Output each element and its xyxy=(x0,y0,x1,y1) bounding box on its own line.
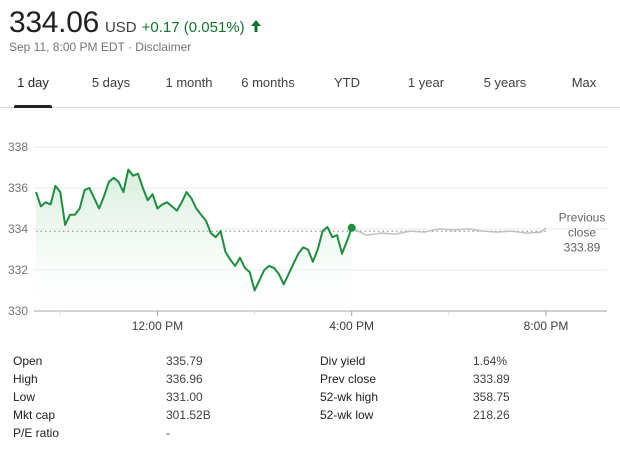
stat-value-52wk-low: 218.26 xyxy=(473,408,510,422)
stat-label-52wk-high: 52-wk high xyxy=(320,390,379,404)
stat-label-div-yield: Div yield xyxy=(320,354,366,368)
tab-ytd[interactable]: YTD xyxy=(328,62,366,107)
stat-label-open: Open xyxy=(13,354,43,368)
arrow-up-icon xyxy=(250,20,261,32)
stat-value-open: 335.79 xyxy=(166,354,203,368)
stat-row: High 336.96 xyxy=(13,370,293,388)
stat-row: 52-wk high 358.75 xyxy=(320,388,600,406)
stat-value-div-yield: 1.64% xyxy=(473,354,508,368)
y-tick-label: 330 xyxy=(8,304,28,318)
stat-label-pe-ratio: P/E ratio xyxy=(13,426,60,440)
stat-row: Mkt cap 301.52B xyxy=(13,406,293,424)
x-tick-label: 4:00 PM xyxy=(329,319,374,333)
previous-close-label-2: close xyxy=(568,225,596,239)
current-price-marker xyxy=(347,223,356,232)
y-tick-label: 334 xyxy=(8,222,28,236)
stat-label-mkt-cap: Mkt cap xyxy=(13,408,56,422)
regular-session-area xyxy=(36,169,352,311)
stat-row: Div yield 1.64% xyxy=(320,352,600,370)
y-tick-label: 336 xyxy=(8,181,28,195)
stat-value-pe-ratio: - xyxy=(166,426,170,440)
stat-value-low: 331.00 xyxy=(166,390,203,404)
x-axis: 12:00 PM 4:00 PM 8:00 PM xyxy=(59,311,569,333)
stat-label-high: High xyxy=(13,372,38,386)
stat-value-prev-close: 333.89 xyxy=(473,372,510,386)
previous-close-value: 333.89 xyxy=(564,240,601,254)
stat-row: Prev close 333.89 xyxy=(320,370,600,388)
tab-1-year[interactable]: 1 year xyxy=(402,62,450,107)
stat-value-high: 336.96 xyxy=(166,372,203,386)
tab-5-days[interactable]: 5 days xyxy=(86,62,136,107)
stat-label-low: Low xyxy=(13,390,36,404)
stat-label-prev-close: Prev close xyxy=(320,372,377,386)
previous-close-label: Previous xyxy=(559,210,606,224)
tab-5-years[interactable]: 5 years xyxy=(478,62,532,107)
x-tick-label: 12:00 PM xyxy=(132,319,183,333)
price-chart[interactable]: 338 336 334 332 330 12:00 PM 4:00 PM 8:00 PM P… xyxy=(0,125,620,340)
stock-price: 334.06 xyxy=(9,6,99,39)
stat-value-52wk-high: 358.75 xyxy=(473,390,510,404)
tab-6-months[interactable]: 6 months xyxy=(236,62,300,107)
range-tabs: 1 day 5 days 1 month 6 months YTD 1 year… xyxy=(0,62,620,108)
y-tick-label: 332 xyxy=(8,263,28,277)
x-tick-label: 8:00 PM xyxy=(524,319,569,333)
quote-timestamp-line: Sep 11, 8:00 PM EDT · Disclaimer xyxy=(9,40,191,54)
stat-value-mkt-cap: 301.52B xyxy=(166,408,211,422)
y-axis: 338 336 334 332 330 xyxy=(8,140,28,318)
tab-max[interactable]: Max xyxy=(566,62,602,107)
quote-header: 334.06 USD +0.17 (0.051%) xyxy=(9,6,262,44)
stat-row: P/E ratio - xyxy=(13,424,293,442)
tab-1-month[interactable]: 1 month xyxy=(160,62,218,107)
y-tick-label: 338 xyxy=(8,140,28,154)
price-change: +0.17 (0.051%) xyxy=(141,19,245,36)
stat-row: 52-wk low 218.26 xyxy=(320,406,600,424)
stat-label-52wk-low: 52-wk low xyxy=(320,408,374,422)
stat-row: Low 331.00 xyxy=(13,388,293,406)
tab-1-day[interactable]: 1 day xyxy=(14,62,52,108)
quote-timestamp: Sep 11, 8:00 PM EDT xyxy=(9,40,125,54)
separator-dot: · xyxy=(124,40,136,54)
stat-row: Open 335.79 xyxy=(13,352,293,370)
currency-code: USD xyxy=(104,19,137,36)
disclaimer-link[interactable]: Disclaimer xyxy=(135,40,191,54)
